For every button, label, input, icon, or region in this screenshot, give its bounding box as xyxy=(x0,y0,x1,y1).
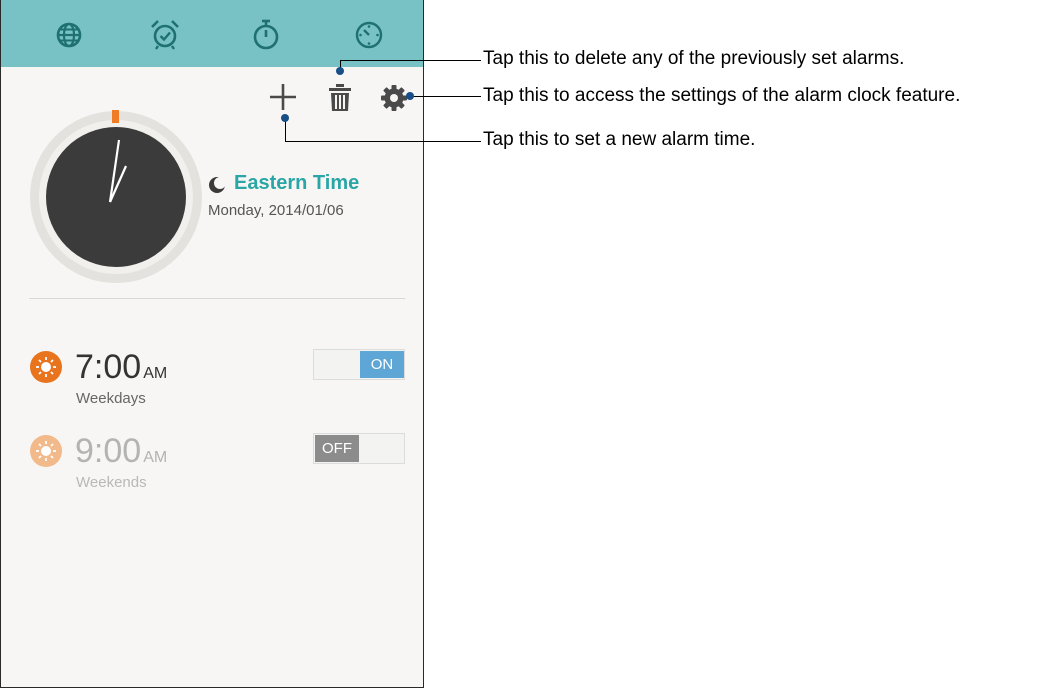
alarm-item[interactable]: 9:00 AM Weekends OFF xyxy=(1,432,423,502)
alarm-toggle[interactable]: ON xyxy=(313,349,405,380)
moon-icon xyxy=(209,177,226,193)
alarm-ampm: AM xyxy=(143,449,168,466)
callout-add-text: Tap this to set a new alarm time. xyxy=(483,129,756,150)
callout-delete-line xyxy=(340,60,481,61)
callout-delete-text: Tap this to delete any of the previously… xyxy=(483,48,905,69)
tab-world-clock[interactable] xyxy=(51,17,87,53)
analog-clock xyxy=(30,110,202,283)
callout-settings-dot xyxy=(406,92,414,100)
trash-icon xyxy=(329,84,351,111)
timezone-name: Eastern Time xyxy=(234,172,360,194)
alarm-ampm: AM xyxy=(143,365,168,382)
timezone-date: Monday, 2014/01/06 xyxy=(208,202,344,219)
alarm-time-value: 9:00 xyxy=(75,432,142,470)
alarm-repeat: Weekdays xyxy=(76,390,146,407)
alarm-clock-icon xyxy=(151,20,179,50)
phone-screen: Eastern Time Monday, 2014/01/06 7:00 AM W… xyxy=(0,0,424,688)
alarm-toggle[interactable]: OFF xyxy=(313,433,405,464)
callout-add-leader xyxy=(285,120,286,142)
toggle-off-label: OFF xyxy=(315,435,359,462)
stopwatch-icon xyxy=(253,19,279,50)
timer-icon xyxy=(355,21,383,49)
tab-alarm[interactable] xyxy=(147,17,183,53)
callout-add-dot xyxy=(281,114,289,122)
add-alarm-button[interactable] xyxy=(265,79,301,115)
world-clock-icon xyxy=(56,22,82,48)
callout-settings-text: Tap this to access the settings of the a… xyxy=(483,85,961,106)
delete-alarm-button[interactable] xyxy=(322,80,358,116)
alarm-item[interactable]: 7:00 AM Weekdays ON xyxy=(1,348,423,418)
callout-delete-dot xyxy=(336,67,344,75)
sun-icon xyxy=(30,435,62,467)
divider xyxy=(29,298,405,299)
alarm-time: 7:00 AM xyxy=(75,348,167,387)
toggle-on-label: ON xyxy=(360,351,404,378)
alarm-repeat: Weekends xyxy=(76,474,147,491)
sun-icon xyxy=(30,351,62,383)
callout-add-line xyxy=(285,141,481,142)
alarm-marker xyxy=(112,110,119,123)
plus-icon xyxy=(270,84,296,110)
tab-bar xyxy=(1,0,423,67)
tab-timer[interactable] xyxy=(351,17,387,53)
alarm-time: 9:00 AM xyxy=(75,432,167,471)
tab-stopwatch[interactable] xyxy=(248,17,284,53)
alarm-time-value: 7:00 xyxy=(75,348,142,386)
callout-settings-line xyxy=(412,96,481,97)
